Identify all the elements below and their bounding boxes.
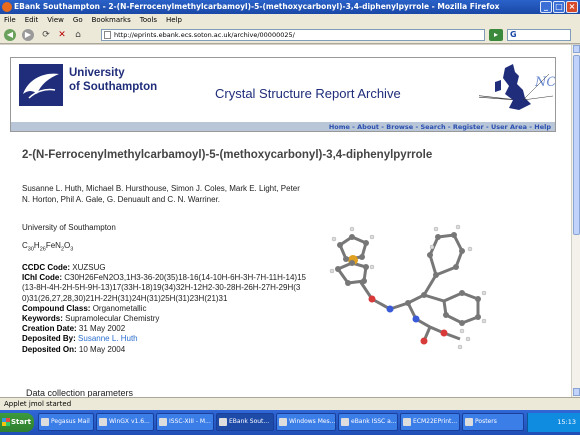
document-icon xyxy=(341,418,349,426)
data-collection-heading: Data collection parameters xyxy=(26,388,134,397)
address-bar[interactable]: http://eprints.ebank.ecs.soton.ac.uk/arc… xyxy=(101,29,485,41)
ccdc-row: CCDC Code: XUZSUG xyxy=(22,263,106,272)
university-logo[interactable] xyxy=(19,64,63,106)
menu-bookmarks[interactable]: Bookmarks xyxy=(92,16,131,24)
svg-text:NCS: NCS xyxy=(534,75,555,90)
window-titlebar[interactable]: EBank Southampton - 2-(N-Ferrocenylmethy… xyxy=(0,0,580,14)
home-icon[interactable]: ⌂ xyxy=(72,29,84,41)
task-ebank-issc[interactable]: eBank ISSC a... xyxy=(338,413,398,431)
window-title: EBank Southampton - 2-(N-Ferrocenylmethy… xyxy=(14,2,500,11)
deposited-by-row: Deposited By: Susanne L. Huth xyxy=(22,334,138,344)
url-text: http://eprints.ebank.ecs.soton.ac.uk/arc… xyxy=(114,31,295,39)
keywords-row: Keywords: Supramolecular Chemistry xyxy=(22,314,160,324)
minimize-button[interactable]: _ xyxy=(540,1,552,13)
task-pegasus-mail[interactable]: Pegasus Mail xyxy=(38,413,94,431)
nav-link-about[interactable]: About xyxy=(357,123,379,131)
vertical-scrollbar[interactable] xyxy=(571,45,580,397)
document-icon xyxy=(403,418,411,426)
task-wingx[interactable]: WinGX v1.6... xyxy=(96,413,154,431)
chemical-formula: C30H26FeN2O3 xyxy=(22,241,74,253)
start-button[interactable]: Start xyxy=(0,413,34,432)
firefox-icon xyxy=(2,2,12,12)
record-fields: CCDC Code: XUZSUG IChI Code: C30H26FeN2O… xyxy=(22,263,307,355)
task-windows-messenger[interactable]: Windows Mes... xyxy=(276,413,336,431)
task-ebank-southampton[interactable]: EBank Sout... xyxy=(216,413,274,431)
messenger-icon xyxy=(279,418,287,426)
app-icon xyxy=(99,418,107,426)
task-posters[interactable]: Posters xyxy=(462,413,524,431)
maximize-button[interactable]: □ xyxy=(553,1,565,13)
menu-edit[interactable]: Edit xyxy=(25,16,39,24)
stop-icon[interactable]: ✕ xyxy=(56,29,68,41)
menu-tools[interactable]: Tools xyxy=(140,16,157,24)
task-issc-xiii[interactable]: ISSC-XIII - M... xyxy=(156,413,214,431)
document-icon xyxy=(159,418,167,426)
navigation-toolbar: ◀ ▶ ⟳ ✕ ⌂ http://eprints.ebank.ecs.soton… xyxy=(0,26,580,44)
search-input[interactable]: G xyxy=(507,29,571,41)
archive-title: Crystal Structure Report Archive xyxy=(215,86,401,101)
molecule-3d-viewer[interactable] xyxy=(312,215,488,355)
go-button[interactable]: ▸ xyxy=(489,29,503,41)
page-content: University of Southampton Crystal Struct… xyxy=(0,45,571,397)
menu-file[interactable]: File xyxy=(4,16,16,24)
university-name: University of Southampton xyxy=(69,67,158,93)
clock[interactable]: 15:13 xyxy=(557,418,576,426)
inchi-row: IChI Code: C30H26FeN2O3,1H3-36-20(35)18-… xyxy=(22,273,306,303)
menu-bar: File Edit View Go Bookmarks Tools Help xyxy=(0,14,580,26)
menu-view[interactable]: View xyxy=(47,16,64,24)
class-row: Compound Class: Organometallic xyxy=(22,303,147,313)
taskbar: Start Pegasus Mail WinGX v1.6... ISSC-XI… xyxy=(0,410,580,435)
task-ecm22eprint[interactable]: ECM22EPrint... xyxy=(400,413,460,431)
back-icon[interactable]: ◀ xyxy=(4,29,16,41)
reload-icon[interactable]: ⟳ xyxy=(40,29,52,41)
nav-link-browse[interactable]: Browse xyxy=(386,123,413,131)
creation-date-row: Creation Date: 31 May 2002 xyxy=(22,324,126,334)
forward-icon[interactable]: ▶ xyxy=(22,29,34,41)
folder-icon xyxy=(465,418,473,426)
nav-link-search[interactable]: Search xyxy=(420,123,445,131)
scroll-up-icon[interactable] xyxy=(573,45,580,53)
depositor-link[interactable]: Susanne L. Huth xyxy=(78,334,138,343)
system-tray: 15:13 xyxy=(527,413,580,432)
scroll-thumb[interactable] xyxy=(573,55,580,235)
uk-map-icon: NCS xyxy=(479,64,555,110)
site-nav-links: Home - About - Browse - Search - Registe… xyxy=(10,122,556,132)
nav-link-user-area[interactable]: User Area xyxy=(491,123,527,131)
deposited-on-row: Deposited On: 10 May 2004 xyxy=(22,344,126,354)
mail-icon xyxy=(41,418,49,426)
record-institution: University of Southampton xyxy=(22,223,116,232)
nav-link-home[interactable]: Home xyxy=(329,123,350,131)
nav-link-register[interactable]: Register xyxy=(453,123,484,131)
record-title: 2-(N-Ferrocenylmethylcarbamoyl)-5-(metho… xyxy=(22,149,433,161)
windows-flag-icon xyxy=(2,418,10,426)
status-bar: Applet jmol started xyxy=(0,397,580,410)
close-button[interactable]: × xyxy=(566,1,578,13)
window-controls: _ □ × xyxy=(540,1,578,13)
menu-go[interactable]: Go xyxy=(73,16,83,24)
nav-link-help[interactable]: Help xyxy=(534,123,551,131)
record-authors: Susanne L. Huth, Michael B. Hursthouse, … xyxy=(22,184,300,204)
page-icon xyxy=(104,31,111,39)
firefox-icon xyxy=(219,418,227,426)
scroll-down-icon[interactable] xyxy=(573,388,580,396)
site-banner: University of Southampton Crystal Struct… xyxy=(10,57,556,123)
menu-help[interactable]: Help xyxy=(166,16,182,24)
